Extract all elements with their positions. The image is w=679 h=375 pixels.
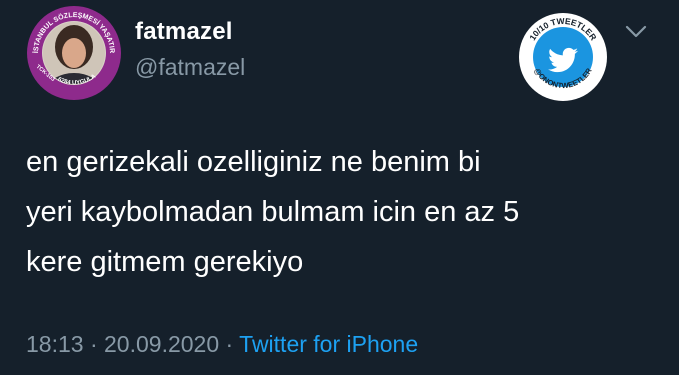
display-name[interactable]: fatmazel <box>135 18 233 46</box>
meta-separator: · <box>219 331 240 357</box>
tweet-meta: 18:13 · 20.09.2020 · Twitter for iPhone <box>26 331 418 358</box>
tweet-text-line: kere gitmem gerekiyo <box>26 246 304 278</box>
chevron-down-icon[interactable] <box>625 25 647 39</box>
tweet-text-line: en gerizekali ozelliginiz ne benim bi <box>26 146 481 178</box>
tweet-source-link[interactable]: Twitter for iPhone <box>239 331 418 357</box>
tweet-text-line: yeri kaybolmadan bulmam icin en az 5 <box>26 196 520 228</box>
tweet-card: İSTANBUL SÖZLEŞMESİ YAŞATIR 6284 UYGULA … <box>0 0 679 375</box>
badge-logo: 10/10 TWEETLER @ONONTWEETLER <box>519 13 607 101</box>
tweet-date[interactable]: 20.09.2020 <box>104 331 219 357</box>
tweet-time[interactable]: 18:13 <box>26 331 84 357</box>
avatar[interactable]: İSTANBUL SÖZLEŞMESİ YAŞATIR 6284 UYGULA … <box>26 5 122 101</box>
meta-separator: · <box>83 331 105 357</box>
user-handle[interactable]: @fatmazel <box>135 54 245 81</box>
tweet-text: en gerizekali ozelliginiz ne benim bi ye… <box>26 137 656 287</box>
